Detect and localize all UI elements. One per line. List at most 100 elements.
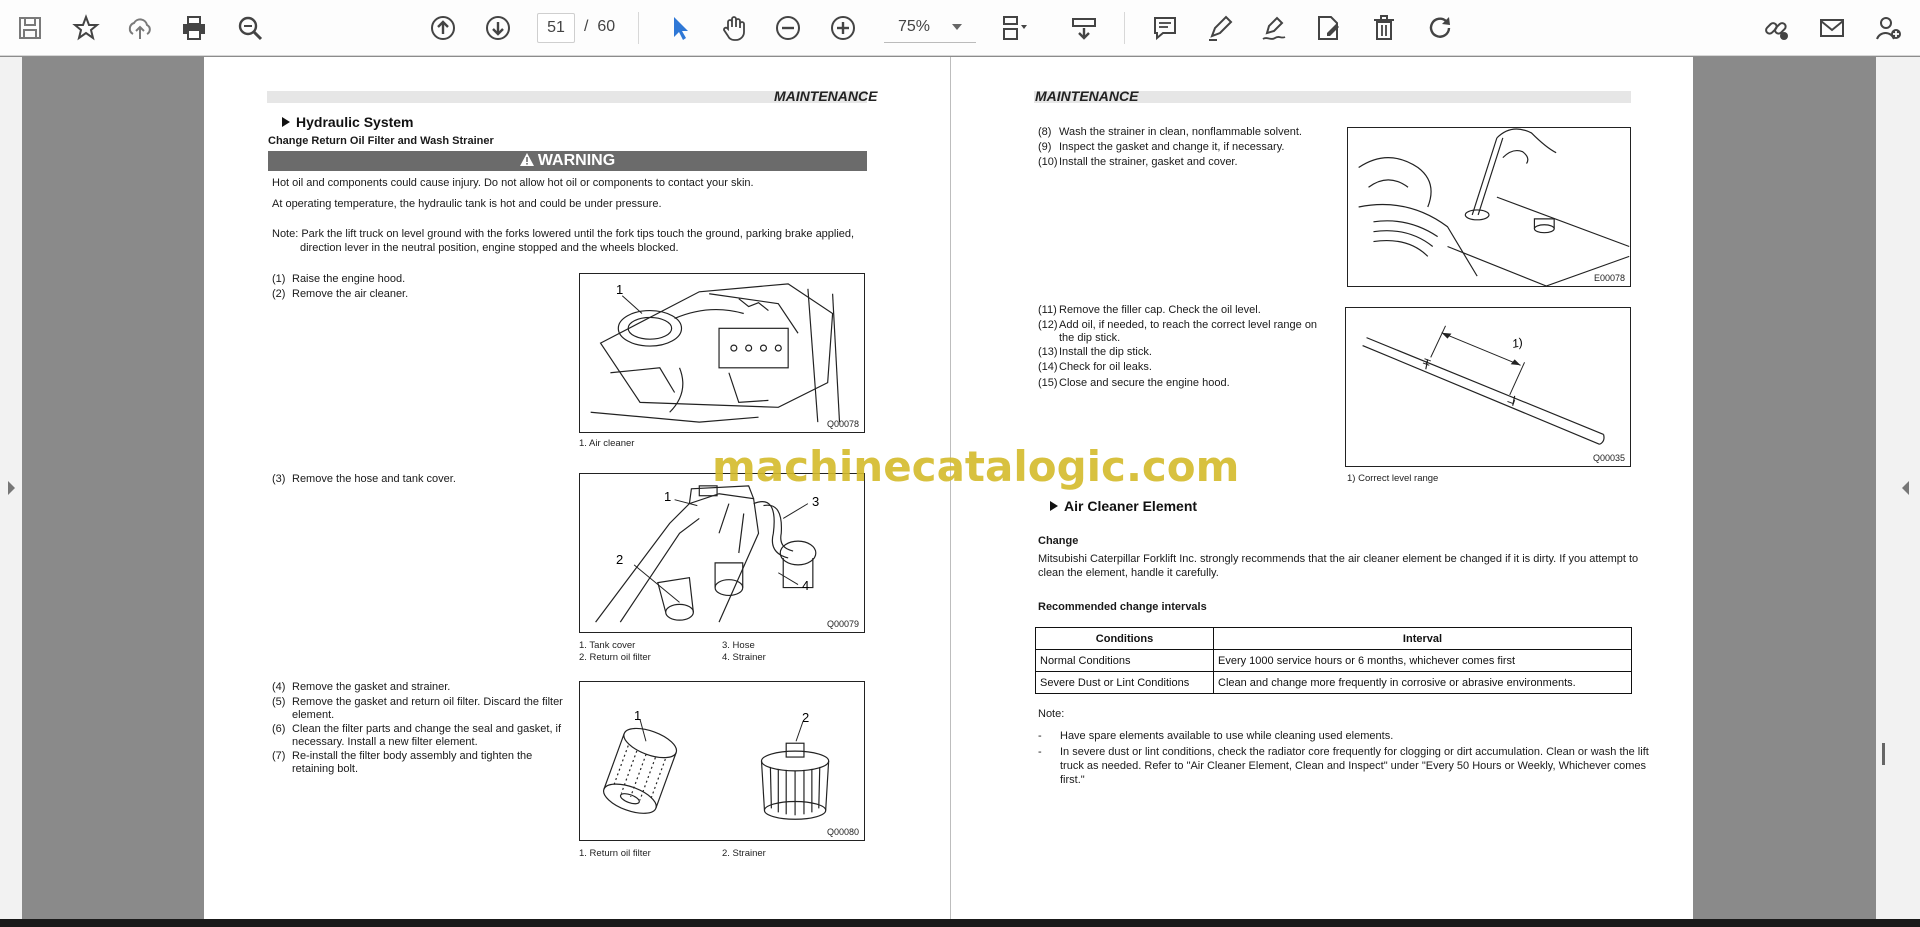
step-number: (14) <box>1038 361 1058 373</box>
callout-label: 1 <box>664 489 672 504</box>
bottom-bar <box>0 919 1920 927</box>
table-cell: Clean and change more frequently in corr… <box>1213 671 1632 694</box>
subsection-title: Change Return Oil Filter and Wash Strain… <box>268 135 494 147</box>
zoom-search-icon[interactable] <box>230 8 270 48</box>
figure-code: Q00078 <box>826 419 859 429</box>
save-icon[interactable] <box>10 8 50 48</box>
page-total: / 60 <box>584 18 615 36</box>
step-number: (13) <box>1038 346 1058 358</box>
step-number: (1) <box>272 273 286 285</box>
step-number: (7) <box>272 750 286 762</box>
previous-page-icon[interactable] <box>423 8 463 48</box>
body-text: Mitsubishi Caterpillar Forklift Inc. str… <box>1038 553 1639 565</box>
table-row: Severe Dust or Lint Conditions Clean and… <box>1035 671 1632 694</box>
step-number: (3) <box>272 473 286 485</box>
left-panel-strip[interactable] <box>0 57 22 919</box>
callout-label: 1 <box>616 282 624 297</box>
sign-pen-icon[interactable] <box>1254 8 1294 48</box>
step-number: (4) <box>272 681 286 693</box>
warning-text: At operating temperature, the hydraulic … <box>272 198 662 210</box>
right-panel-strip[interactable] <box>1876 57 1920 919</box>
figure-caption: 1. Return oil filter <box>579 848 651 859</box>
zoom-level-select[interactable]: 75% <box>884 13 976 43</box>
page-number-input[interactable]: 51 <box>537 13 575 43</box>
figure-caption: 1. Air cleaner <box>579 438 635 449</box>
share-link-icon[interactable] <box>1756 8 1796 48</box>
next-page-icon[interactable] <box>478 8 518 48</box>
warning-banner: WARNING <box>268 151 867 171</box>
callout-label: 4 <box>802 578 810 593</box>
figure-code: Q00080 <box>826 827 859 837</box>
comment-icon[interactable] <box>1145 8 1185 48</box>
triangle-bullet-icon <box>1050 501 1058 511</box>
zoom-out-icon[interactable] <box>768 8 808 48</box>
step-number: (12) <box>1038 319 1058 331</box>
step-number: (15) <box>1038 377 1058 389</box>
svg-text:L: L <box>1506 397 1518 406</box>
figure-filter-strainer: 1 2 Q00080 <box>579 681 865 841</box>
print-icon[interactable] <box>174 8 214 48</box>
callout-label: 1) <box>1510 335 1525 351</box>
toolbar-divider <box>638 12 639 44</box>
figure-caption: 1. Tank cover <box>579 640 636 651</box>
step-text: Wash the strainer in clean, nonflammable… <box>1059 126 1302 138</box>
step-text: Re-install the filter body assembly and … <box>292 750 533 762</box>
highlight-pen-icon[interactable] <box>1200 8 1240 48</box>
figure-caption: 2. Strainer <box>722 848 766 859</box>
note-dash: - <box>1038 746 1042 758</box>
redo-icon[interactable] <box>1420 8 1460 48</box>
step-number: (10) <box>1038 156 1058 168</box>
cloud-upload-icon[interactable] <box>120 8 160 48</box>
step-text: Remove the gasket and return oil filter.… <box>292 696 563 708</box>
watermark-text: machinecatalogic.com <box>712 442 1240 491</box>
table-header-row: Conditions Interval <box>1035 627 1632 650</box>
expand-left-panel-icon[interactable] <box>8 481 15 495</box>
step-text: Add oil, if needed, to reach the correct… <box>1059 319 1318 331</box>
figure-code: Q00079 <box>826 619 859 629</box>
scrollbar-thumb[interactable] <box>1882 743 1885 765</box>
step-text: Inspect the gasket and change it, if nec… <box>1059 141 1285 153</box>
step-text: Clean the filter parts and change the se… <box>292 723 562 735</box>
add-user-icon[interactable] <box>1868 8 1908 48</box>
section-title: Air Cleaner Element <box>1050 498 1197 514</box>
note-text: first." <box>1060 774 1085 786</box>
step-number: (2) <box>272 288 286 300</box>
callout-label: 2 <box>616 552 624 567</box>
table-cell: Normal Conditions <box>1035 649 1214 672</box>
figure-caption: 2. Return oil filter <box>579 652 651 663</box>
table-cell: Severe Dust or Lint Conditions <box>1035 671 1214 694</box>
zoom-in-icon[interactable] <box>823 8 863 48</box>
bookmark-star-icon[interactable] <box>66 8 106 48</box>
toolbar-divider <box>1124 12 1125 44</box>
step-text: necessary. Install a new filter element. <box>292 736 478 748</box>
scroll-mode-icon[interactable] <box>1064 8 1104 48</box>
trash-icon[interactable] <box>1364 8 1404 48</box>
figure-oil-level-range: H L 1) Q00035 <box>1345 307 1631 467</box>
svg-text:H: H <box>1421 357 1434 367</box>
section-title: Hydraulic System <box>282 114 414 130</box>
note-label: Note: <box>1038 708 1065 720</box>
note-text: Note: Park the lift truck on level groun… <box>272 228 855 240</box>
select-cursor-icon[interactable] <box>660 8 700 48</box>
triangle-bullet-icon <box>282 117 290 127</box>
callout-label: 1 <box>634 708 642 723</box>
expand-right-panel-icon[interactable] <box>1902 481 1909 495</box>
page-layout-icon[interactable] <box>994 8 1034 48</box>
hand-tool-icon[interactable] <box>714 8 754 48</box>
step-text: Remove the air cleaner. <box>292 288 409 300</box>
edit-document-icon[interactable] <box>1308 8 1348 48</box>
filter-strainer-drawing <box>603 719 830 820</box>
chevron-down-icon[interactable] <box>952 24 962 30</box>
engine-compartment-drawing <box>590 283 841 423</box>
figure-dipstick-check: E00078 <box>1347 127 1631 287</box>
step-number: (5) <box>272 696 286 708</box>
figure-caption: 3. Hose <box>722 640 755 651</box>
figure-caption: 1) Correct level range <box>1347 473 1439 484</box>
subsection-title: Recommended change intervals <box>1038 601 1207 613</box>
callout-label: 2 <box>802 710 810 725</box>
dipstick-insertion-drawing <box>1358 128 1630 286</box>
email-icon[interactable] <box>1812 8 1852 48</box>
page-count: 60 <box>597 18 616 35</box>
page-separator: / <box>584 18 589 35</box>
step-text: Check for oil leaks. <box>1059 361 1152 373</box>
